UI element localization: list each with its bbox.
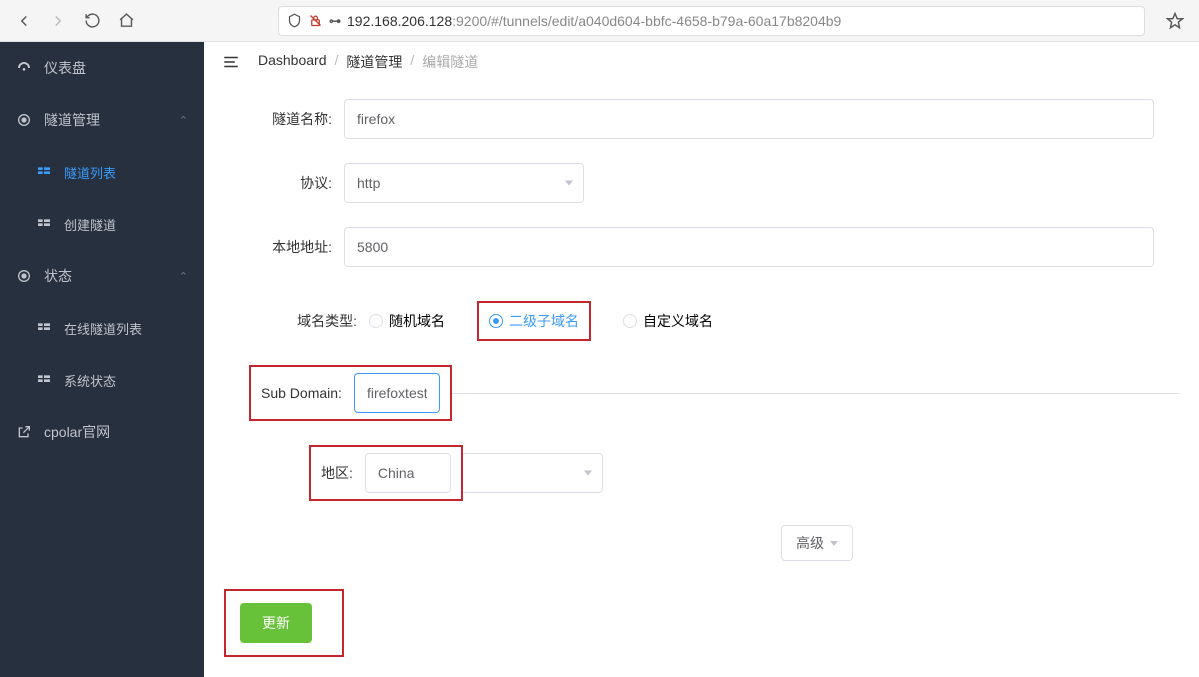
protocol-label: 协议:	[224, 173, 344, 193]
update-label: 更新	[262, 615, 290, 631]
sidebar-item-label: 在线隧道列表	[64, 319, 188, 338]
back-button[interactable]	[12, 9, 36, 33]
home-button[interactable]	[114, 9, 138, 33]
tunnel-name-label: 隧道名称:	[224, 109, 344, 129]
sidebar-item-online-tunnels[interactable]: 在线隧道列表	[0, 302, 204, 354]
region-label: 地区:	[321, 463, 357, 483]
grid-icon	[36, 372, 52, 388]
radio-random-domain[interactable]: 随机域名	[369, 311, 445, 331]
menu-toggle-icon[interactable]	[222, 53, 240, 71]
radio-icon	[623, 314, 637, 328]
region-select[interactable]	[463, 453, 603, 493]
circle-icon	[16, 268, 32, 284]
region-value-box: China	[365, 453, 451, 493]
local-addr-label: 本地地址:	[224, 237, 344, 257]
sidebar-item-label: 隧道列表	[64, 163, 188, 182]
sidebar-item-label: cpolar官网	[44, 422, 188, 442]
breadcrumb-item[interactable]: Dashboard	[258, 52, 327, 72]
local-addr-input[interactable]	[344, 227, 1154, 267]
key-icon: ⊶	[329, 14, 341, 28]
subdomain-input[interactable]	[354, 373, 440, 413]
breadcrumb: Dashboard / 隧道管理 / 编辑隧道	[258, 52, 478, 72]
tunnel-name-input[interactable]	[344, 99, 1154, 139]
protocol-value: http	[357, 175, 380, 191]
url-text: 192.168.206.128:9200/#/tunnels/edit/a040…	[347, 13, 1136, 29]
sidebar-item-status[interactable]: 状态 ⌃	[0, 250, 204, 302]
sidebar-item-system-status[interactable]: 系统状态	[0, 354, 204, 406]
sidebar-item-label: 仪表盘	[44, 58, 188, 78]
sidebar-item-cpolar-site[interactable]: cpolar官网	[0, 406, 204, 458]
update-button[interactable]: 更新	[240, 603, 312, 643]
browser-toolbar: ⊶ 192.168.206.128:9200/#/tunnels/edit/a0…	[0, 0, 1199, 42]
domain-type-label: 域名类型:	[224, 311, 369, 331]
sidebar-item-label: 状态	[44, 266, 167, 286]
chevron-up-icon: ⌃	[179, 114, 188, 127]
shield-icon	[287, 13, 302, 28]
chevron-up-icon: ⌃	[179, 270, 188, 283]
sidebar-item-label: 隧道管理	[44, 110, 167, 130]
grid-icon	[36, 320, 52, 336]
edit-tunnel-form: 隧道名称: 协议: http 本地地址: 域名类型: 随机域名	[204, 81, 1199, 677]
sidebar-item-label: 创建隧道	[64, 215, 188, 234]
sidebar-item-label: 系统状态	[64, 371, 188, 390]
lock-slash-icon	[308, 13, 323, 28]
topbar: Dashboard / 隧道管理 / 编辑隧道	[204, 42, 1199, 81]
breadcrumb-item[interactable]: 隧道管理	[346, 52, 402, 72]
grid-icon	[36, 216, 52, 232]
domain-type-radio-group: 随机域名 二级子域名 自定义域名	[369, 301, 713, 341]
grid-icon	[36, 164, 52, 180]
circle-icon	[16, 112, 32, 128]
radio-custom-domain[interactable]: 自定义域名	[623, 311, 713, 331]
caret-down-icon	[830, 541, 838, 546]
forward-button[interactable]	[46, 9, 70, 33]
sidebar-item-tunnel-manage[interactable]: 隧道管理 ⌃	[0, 94, 204, 146]
subdomain-label: Sub Domain:	[261, 385, 346, 401]
bookmark-button[interactable]	[1163, 9, 1187, 33]
address-bar[interactable]: ⊶ 192.168.206.128:9200/#/tunnels/edit/a0…	[278, 6, 1145, 36]
breadcrumb-current: 编辑隧道	[422, 52, 478, 72]
protocol-select[interactable]: http	[344, 163, 584, 203]
external-link-icon	[16, 424, 32, 440]
sidebar-item-create-tunnel[interactable]: 创建隧道	[0, 198, 204, 250]
sidebar: 仪表盘 隧道管理 ⌃ 隧道列表 创建隧道 状态 ⌃ 在线隧道列表 系统状态	[0, 42, 204, 677]
radio-icon	[489, 314, 503, 328]
region-value: China	[378, 465, 415, 481]
advanced-label: 高级	[796, 533, 824, 553]
dashboard-icon	[16, 60, 32, 76]
advanced-button[interactable]: 高级	[781, 525, 853, 561]
radio-subdomain[interactable]: 二级子域名	[489, 311, 579, 331]
radio-icon	[369, 314, 383, 328]
sidebar-item-tunnel-list[interactable]: 隧道列表	[0, 146, 204, 198]
reload-button[interactable]	[80, 9, 104, 33]
sidebar-item-dashboard[interactable]: 仪表盘	[0, 42, 204, 94]
